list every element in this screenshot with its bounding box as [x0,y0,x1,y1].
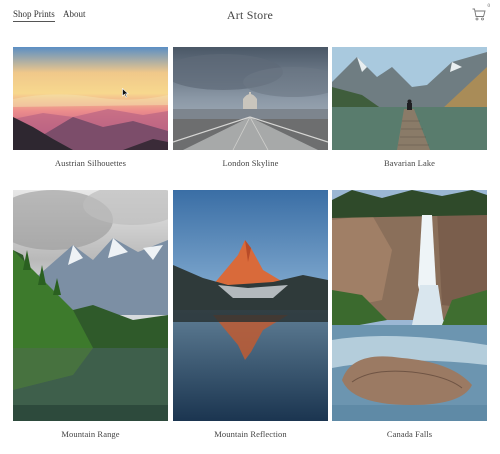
product-card-austrian-silhouettes[interactable]: Austrian Silhouettes [13,47,168,168]
product-image[interactable] [332,190,487,421]
cart-icon [472,8,486,21]
product-image[interactable] [13,47,168,150]
product-image[interactable] [173,190,328,421]
cart-count-badge: 0 [487,4,491,9]
nav-about-link[interactable]: About [63,9,86,19]
product-image[interactable] [173,47,328,150]
cart-button[interactable]: 0 [472,4,490,22]
product-card-london-skyline[interactable]: London Skyline [173,47,328,168]
product-image[interactable] [13,190,168,421]
product-card-canada-falls[interactable]: Canada Falls [332,190,487,439]
top-navigation-bar: Shop Prints About Art Store 0 [0,0,500,30]
nav-shop-prints-link[interactable]: Shop Prints [13,9,55,22]
product-card-bavarian-lake[interactable]: Bavarian Lake [332,47,487,168]
product-title[interactable]: Mountain Reflection [173,429,328,439]
product-image[interactable] [332,47,487,150]
product-card-mountain-range[interactable]: Mountain Range [13,190,168,439]
product-title[interactable]: Mountain Range [13,429,168,439]
product-title[interactable]: London Skyline [173,158,328,168]
product-title[interactable]: Canada Falls [332,429,487,439]
product-title[interactable]: Bavarian Lake [332,158,487,168]
product-card-mountain-reflection[interactable]: Mountain Reflection [173,190,328,439]
product-title[interactable]: Austrian Silhouettes [13,158,168,168]
